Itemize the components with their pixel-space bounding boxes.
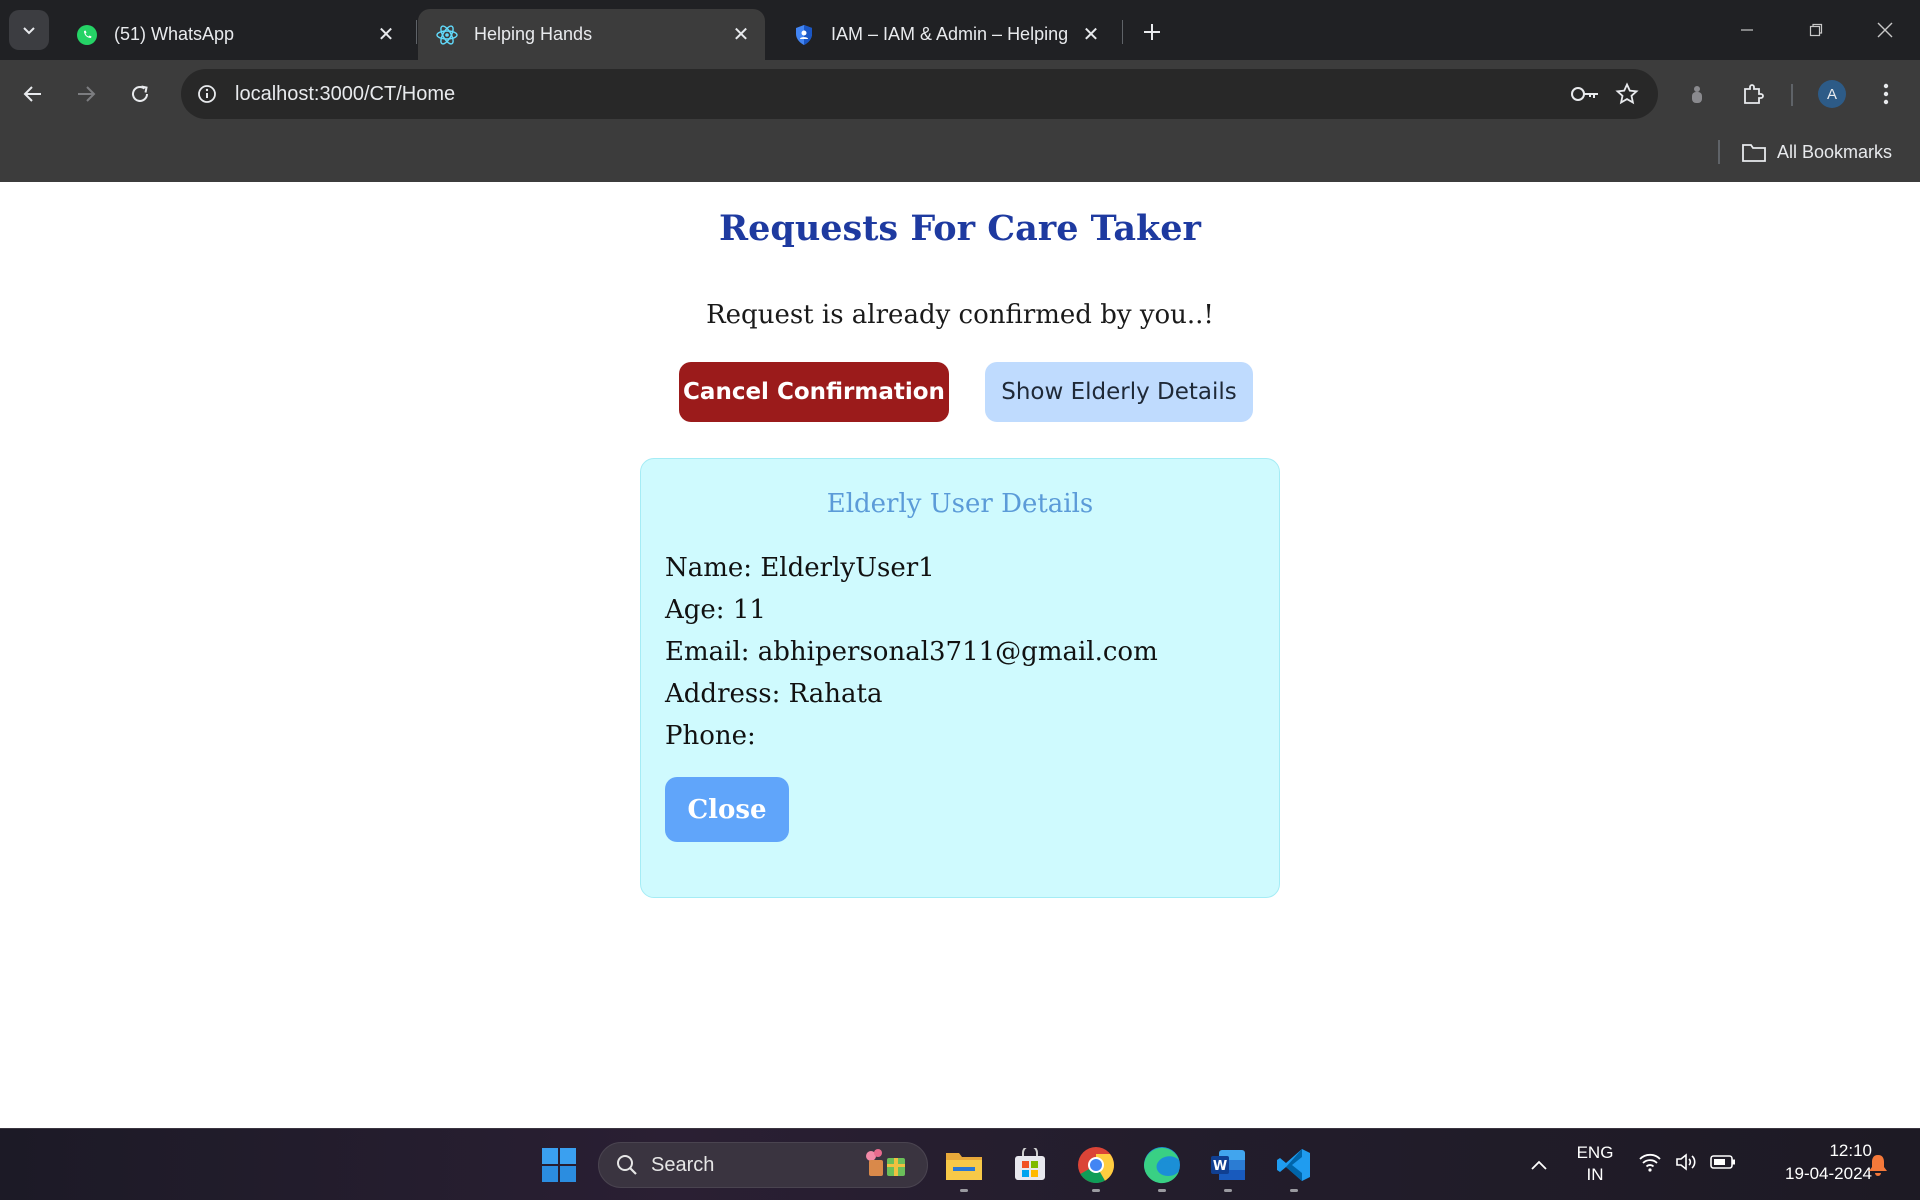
extension-icon[interactable] — [1677, 74, 1717, 114]
minimize-icon — [1741, 29, 1753, 31]
extensions-puzzle-icon[interactable] — [1733, 74, 1773, 114]
tab-helping-hands[interactable]: Helping Hands ✕ — [418, 9, 765, 60]
running-indicator — [1092, 1189, 1100, 1192]
cloud-shield-icon — [792, 23, 816, 47]
minimize-button[interactable] — [1727, 10, 1767, 50]
all-bookmarks-label: All Bookmarks — [1777, 141, 1893, 162]
tab-iam[interactable]: IAM – IAM & Admin – Helping ✕ — [775, 9, 1115, 60]
edge-icon[interactable] — [1140, 1143, 1184, 1187]
detail-email: Email: abhipersonal3711@gmail.com — [665, 637, 1158, 667]
whatsapp-icon — [75, 23, 99, 47]
site-info-icon[interactable] — [192, 79, 222, 109]
back-button[interactable] — [13, 74, 53, 114]
tab-divider — [1122, 20, 1123, 44]
bookmarks-divider — [1718, 140, 1720, 164]
tab-divider — [416, 20, 417, 44]
address-bar[interactable]: localhost:3000/CT/Home — [181, 69, 1658, 119]
search-icon — [617, 1155, 637, 1175]
elderly-details-card: Elderly User Details Name: ElderlyUser1 … — [640, 458, 1280, 898]
show-elderly-details-button[interactable]: Show Elderly Details — [985, 362, 1253, 422]
detail-phone: Phone: — [665, 721, 756, 751]
running-indicator — [960, 1189, 968, 1192]
confirmation-status-message: Request is already confirmed by you..! — [706, 300, 1214, 330]
battery-icon — [1710, 1155, 1735, 1169]
clock[interactable]: 12:10 19-04-2024 — [1752, 1141, 1872, 1184]
detail-name: Name: ElderlyUser1 — [665, 553, 935, 583]
details-card-title: Elderly User Details — [826, 489, 1094, 519]
taskbar-search[interactable]: Search — [598, 1142, 928, 1188]
tab-title: Helping Hands — [474, 24, 593, 44]
show-hidden-icons-chevron-icon[interactable] — [1517, 1143, 1561, 1187]
svg-text:W: W — [1213, 1159, 1227, 1174]
close-details-button[interactable]: Close — [665, 777, 789, 842]
bookmark-star-icon[interactable] — [1610, 77, 1644, 111]
region-code: IN — [1586, 1165, 1604, 1184]
running-indicator — [1290, 1189, 1298, 1192]
clock-date: 19-04-2024 — [1785, 1164, 1872, 1183]
language-code: ENG — [1576, 1143, 1614, 1162]
react-icon — [435, 23, 459, 47]
close-tab-icon[interactable]: ✕ — [727, 21, 755, 49]
page-content: Requests For Care Taker Request is alrea… — [0, 182, 1920, 1128]
word-icon[interactable]: W — [1206, 1143, 1250, 1187]
close-icon — [1877, 22, 1893, 38]
profile-avatar[interactable]: A — [1818, 80, 1846, 108]
detail-address: Address: Rahata — [665, 679, 883, 709]
language-indicator[interactable]: ENG IN — [1570, 1143, 1620, 1185]
file-explorer-icon[interactable] — [942, 1143, 986, 1187]
password-key-icon[interactable] — [1568, 77, 1602, 111]
chrome-icon[interactable] — [1074, 1143, 1118, 1187]
page-title: Requests For Care Taker — [719, 208, 1201, 249]
running-indicator — [1158, 1189, 1166, 1192]
forward-arrow-icon — [78, 86, 96, 102]
restore-button[interactable] — [1796, 10, 1836, 50]
close-tab-icon[interactable]: ✕ — [372, 21, 400, 49]
restore-icon — [1809, 23, 1823, 37]
tab-title: IAM – IAM & Admin – Helping — [831, 24, 1069, 44]
running-indicator — [1224, 1189, 1232, 1192]
system-tray[interactable] — [1638, 1151, 1736, 1173]
microsoft-store-icon[interactable] — [1008, 1143, 1052, 1187]
tab-whatsapp[interactable]: (51) WhatsApp ✕ — [58, 9, 410, 60]
clock-time: 12:10 — [1829, 1141, 1872, 1160]
all-bookmarks-button[interactable]: All Bookmarks — [1741, 136, 1892, 168]
url-text[interactable]: localhost:3000/CT/Home — [235, 83, 1568, 106]
tab-search-button[interactable] — [9, 10, 49, 50]
cancel-confirmation-button[interactable]: Cancel Confirmation — [679, 362, 949, 422]
browser-toolbar: localhost:3000/CT/Home A — [0, 60, 1920, 128]
chevron-down-icon — [23, 27, 35, 35]
vscode-icon[interactable] — [1272, 1143, 1316, 1187]
browser-tabstrip: (51) WhatsApp ✕ Helping Hands ✕ IAM – IA… — [0, 0, 1920, 60]
close-window-button[interactable] — [1865, 10, 1905, 50]
back-arrow-icon — [23, 86, 41, 102]
windows-taskbar: Search W ENG IN 12:10 19-04-2024 — [0, 1128, 1920, 1200]
reload-button[interactable] — [120, 74, 160, 114]
bookmarks-bar: All Bookmarks — [0, 128, 1920, 182]
wifi-icon — [1639, 1153, 1661, 1172]
volume-icon — [1676, 1153, 1696, 1171]
search-highlight-icon — [861, 1146, 911, 1185]
notification-bell-icon[interactable] — [1858, 1143, 1898, 1187]
menu-kebab-icon[interactable] — [1866, 74, 1906, 114]
close-tab-icon[interactable]: ✕ — [1077, 21, 1105, 49]
reload-icon — [132, 85, 148, 102]
folder-icon — [1742, 144, 1766, 162]
search-placeholder: Search — [651, 1153, 715, 1176]
plus-icon — [1144, 24, 1160, 40]
start-icon[interactable] — [537, 1143, 581, 1187]
forward-button[interactable] — [66, 74, 106, 114]
tab-title: (51) WhatsApp — [114, 24, 235, 44]
new-tab-button[interactable] — [1134, 14, 1170, 50]
detail-age: Age: 11 — [665, 595, 766, 625]
toolbar-divider — [1791, 84, 1793, 106]
